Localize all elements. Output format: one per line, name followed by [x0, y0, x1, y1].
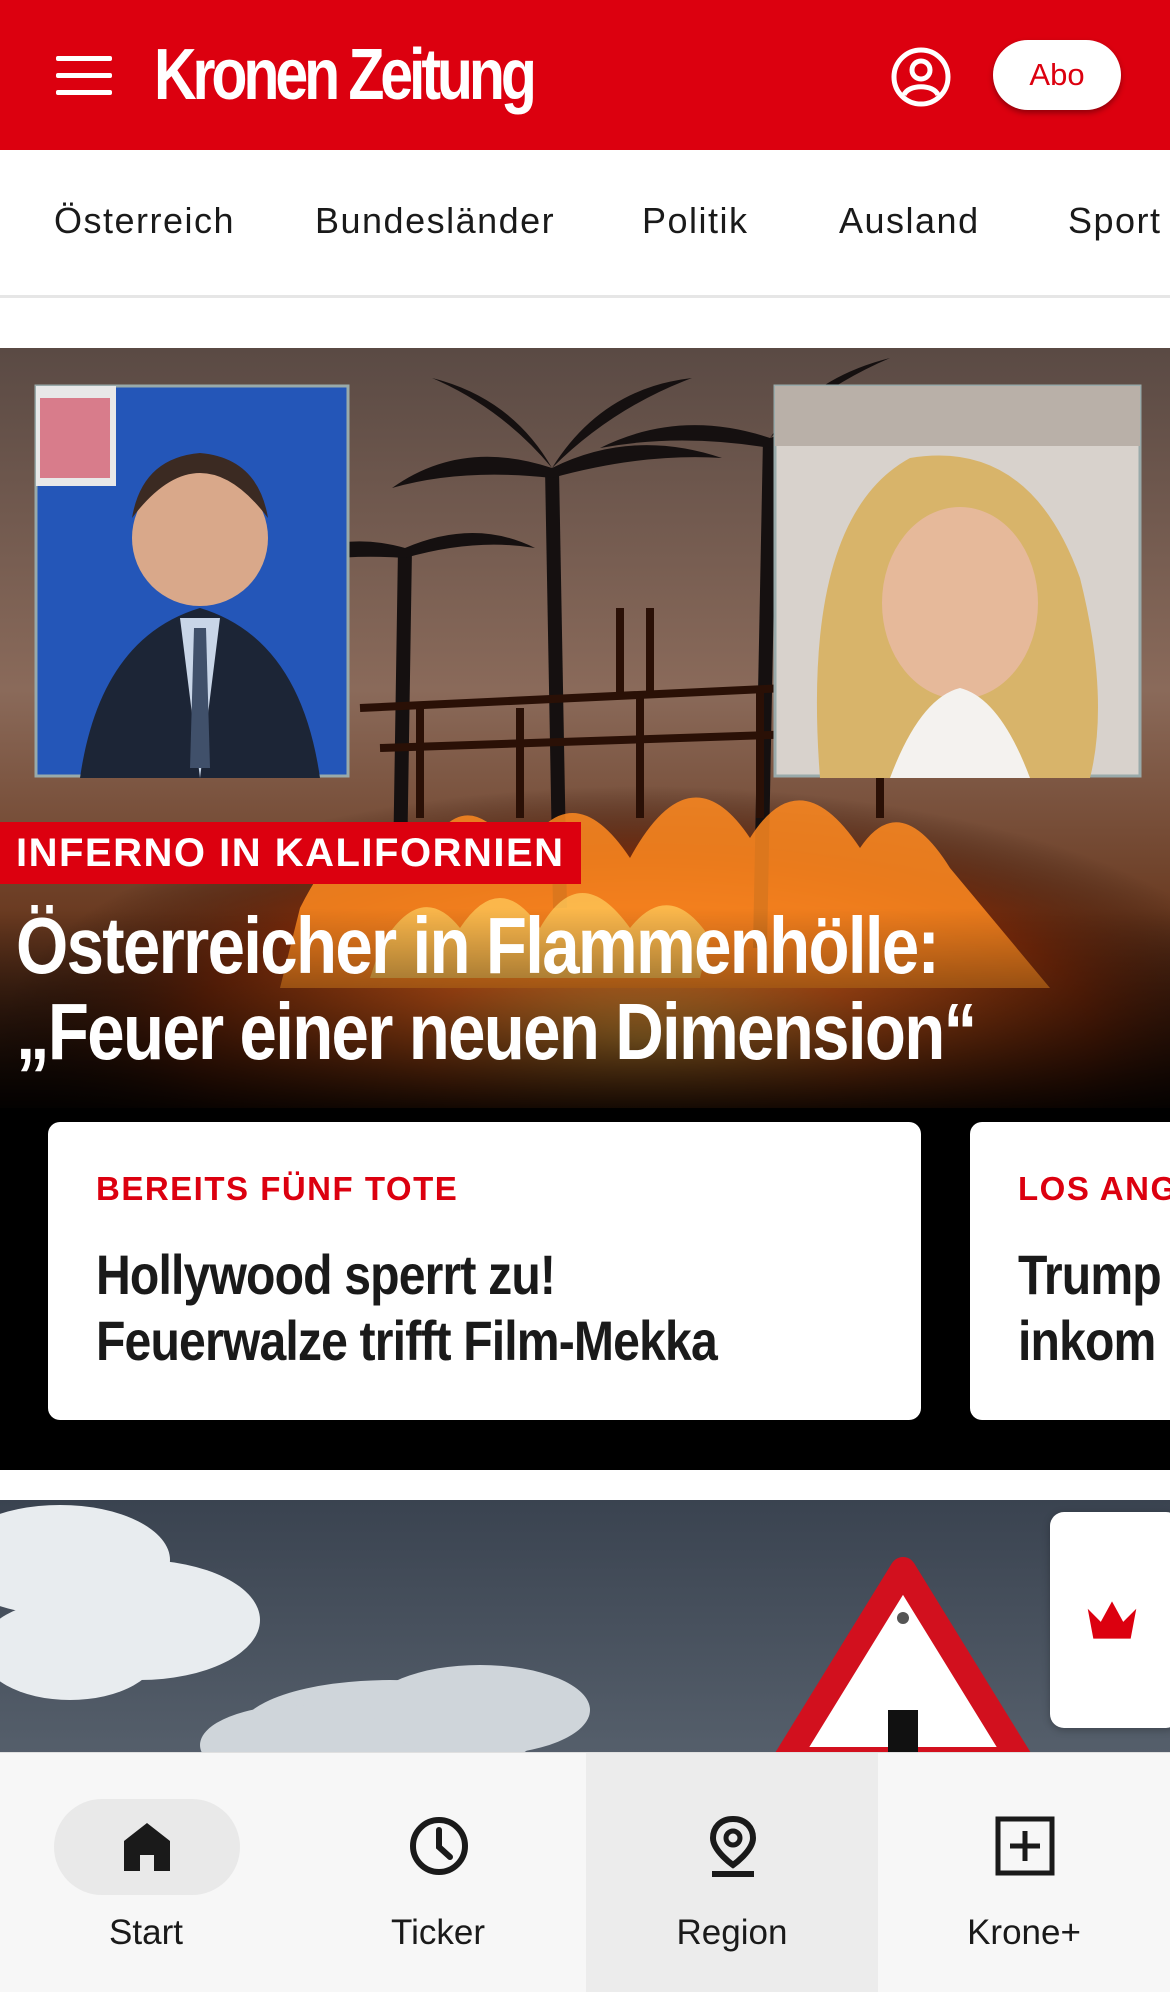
bottom-nav-label: Region — [676, 1913, 788, 1952]
related-article-card[interactable]: LOS ANG Trump inkom — [970, 1122, 1170, 1420]
hero-headline[interactable]: Österreicher in Flammenhölle: „Feuer ein… — [16, 903, 982, 1075]
card-kicker: LOS ANG — [1018, 1170, 1170, 1207]
bottom-nav-start[interactable]: Start — [0, 1753, 292, 1992]
related-article-card[interactable]: BEREITS FÜNF TOTE Hollywood sperrt zu! F… — [48, 1122, 921, 1420]
hero-headline-line1: Österreicher in Flammenhölle: — [16, 901, 940, 990]
hero-kicker: INFERNO IN KALIFORNIEN — [0, 822, 581, 884]
bottom-nav-region[interactable]: Region — [586, 1753, 878, 1992]
abo-button[interactable]: Abo — [993, 40, 1121, 110]
card-title: Trump inkom — [1018, 1242, 1162, 1374]
nav-item-sport[interactable]: Sport — [1068, 200, 1162, 242]
app-header: Kronen Zeitung Abo — [0, 0, 1170, 150]
card-title-line2: inkom — [1018, 1309, 1156, 1372]
nav-item-ausland[interactable]: Ausland — [839, 200, 980, 242]
card-kicker: BEREITS FÜNF TOTE — [96, 1170, 459, 1207]
home-icon — [124, 1823, 170, 1871]
nav-item-politik[interactable]: Politik — [642, 200, 749, 242]
plus-box-icon — [995, 1816, 1055, 1876]
card-title-line1: Hollywood sperrt zu! — [96, 1243, 556, 1306]
user-account-icon[interactable] — [890, 46, 952, 108]
location-pin-icon — [709, 1815, 757, 1877]
category-nav: Österreich Bundesländer Politik Ausland … — [0, 150, 1170, 298]
bottom-nav-ticker[interactable]: Ticker — [292, 1753, 584, 1992]
bottom-nav-label: Start — [109, 1913, 183, 1952]
bottom-nav-label: Krone+ — [967, 1913, 1081, 1952]
bottom-navigation: Start Ticker Region Krone+ — [0, 1752, 1170, 1992]
card-title-line1: Trump — [1018, 1243, 1162, 1306]
hero-teaser[interactable]: INFERNO IN KALIFORNIEN Österreicher in F… — [0, 348, 1170, 1470]
bottom-nav-label: Ticker — [391, 1913, 485, 1952]
krone-side-tab[interactable] — [1050, 1512, 1170, 1728]
card-title-line2: Feuerwalze trifft Film-Mekka — [96, 1309, 718, 1372]
hero-headline-line2: „Feuer einer neuen Dimension“ — [16, 987, 977, 1076]
clock-icon — [410, 1817, 468, 1875]
site-logo[interactable]: Kronen Zeitung — [154, 30, 537, 120]
menu-icon[interactable] — [56, 56, 112, 96]
nav-item-oesterreich[interactable]: Österreich — [54, 200, 235, 242]
bottom-nav-kroneplus[interactable]: Krone+ — [878, 1753, 1170, 1992]
card-title: Hollywood sperrt zu! Feuerwalze trifft F… — [96, 1242, 718, 1374]
krone-crown-icon — [1087, 1601, 1137, 1639]
nav-item-bundeslaender[interactable]: Bundesländer — [315, 200, 555, 242]
